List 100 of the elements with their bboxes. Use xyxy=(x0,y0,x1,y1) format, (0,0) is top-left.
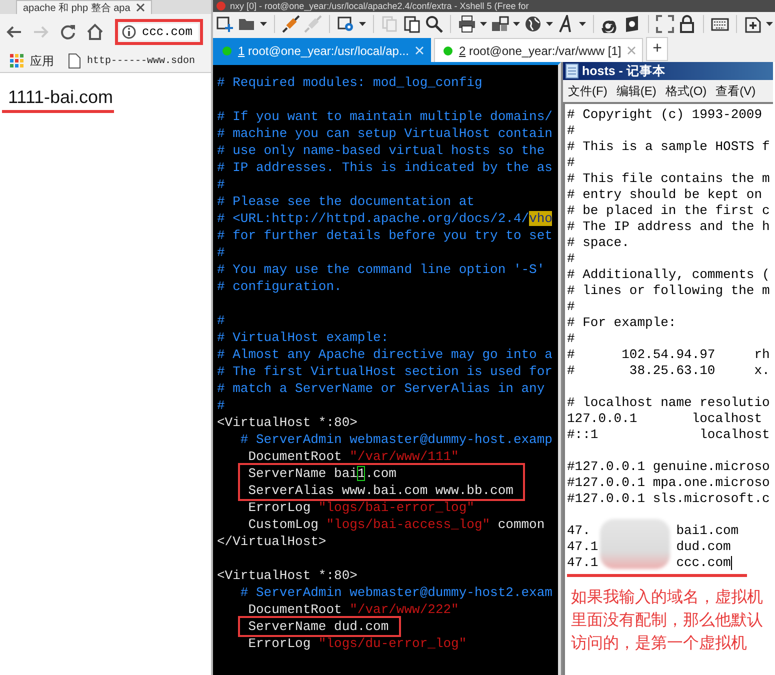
window-title: hosts - 记事本 xyxy=(582,62,666,80)
code-line: # ServerAdmin webmaster@dummy-host2.exam xyxy=(239,584,554,601)
text-line: # xyxy=(567,331,576,347)
code-line: # You may use the command line option '-S' xyxy=(217,261,546,278)
code-line: # machine you can setup VirtualHost contain xyxy=(217,125,554,142)
code-line: ServerAlias www.bai.com www.bb.com xyxy=(247,482,514,499)
settings-icon[interactable] xyxy=(337,15,355,33)
code-line: # Almost any Apache directive may go into a xyxy=(217,346,554,363)
plug-icon[interactable] xyxy=(282,15,300,33)
globe-icon[interactable] xyxy=(524,15,542,33)
paste-icon[interactable] xyxy=(403,15,421,33)
code-line: # match a ServerName or ServerAlias in any xyxy=(217,380,546,397)
menu-item[interactable]: 格式(O) xyxy=(665,82,707,100)
tab-label: 2 root@one_year:/var/www [1] xyxy=(458,44,622,58)
address-field[interactable]: ccc.com xyxy=(120,24,198,40)
code-line: ErrorLog "logs/bai-error_log" xyxy=(247,499,476,516)
code-line: DocumentRoot "/var/www/111" xyxy=(247,448,460,465)
browser-tab[interactable]: apache 和 php 整合 apa xyxy=(16,0,152,14)
code-line: CustomLog "logs/bai-access_log" common xyxy=(247,516,546,533)
text-line: # xyxy=(567,155,576,171)
ip-address: 47.1 xyxy=(567,539,600,555)
code-line: # If you want to maintain multiple domains/ xyxy=(217,108,554,125)
text-line: # 38.25.63.10 x. xyxy=(567,363,771,379)
menu-item[interactable]: 查看(V) xyxy=(716,82,756,100)
reload-icon[interactable] xyxy=(59,23,77,41)
text-line: #127.0.0.1 genuine.microso xyxy=(567,459,771,475)
text-cursor xyxy=(730,556,732,570)
print-icon[interactable] xyxy=(458,15,476,33)
bookmark-link[interactable]: 应用 xyxy=(30,52,54,70)
tab-title: apache 和 php 整合 apa xyxy=(23,2,130,14)
code-line: # <URL:http://httpd.apache.org/docs/2.4/vho xyxy=(217,210,554,227)
lock-icon[interactable] xyxy=(678,15,696,33)
code-line: # xyxy=(217,397,226,414)
status-dot-icon[interactable] xyxy=(442,46,453,56)
home-icon[interactable] xyxy=(86,23,104,41)
code-line: # Required modules: mod_log_config xyxy=(217,74,484,91)
host-name: ccc.com xyxy=(676,555,731,570)
status-dot-icon[interactable] xyxy=(222,46,232,56)
menu-item[interactable]: 文件(F) xyxy=(568,82,608,100)
code-line: ErrorLog "logs/du-error_log" xyxy=(247,635,468,652)
annotation-note: 如果我输入的域名，虚拟机里面没有配制，那么他默认访问的，是第一个虚拟机 xyxy=(571,588,764,655)
tab-label: 1 root@one_year:/usr/local/ap... xyxy=(238,44,409,58)
text-line: # The IP address and the h xyxy=(567,219,771,235)
host-name: dud.com xyxy=(676,539,731,554)
text-line: # Additionally, comments ( xyxy=(567,267,771,283)
text-line: 127.0.0.1 localhost xyxy=(567,411,764,427)
code-line: <VirtualHost *:80> xyxy=(217,567,358,584)
bookmark-link[interactable]: http------www.sdon xyxy=(87,56,196,66)
text-line: # be placed in the first c xyxy=(567,203,771,219)
text-line: #127.0.0.1 sls.microsoft.c xyxy=(567,491,771,507)
code-line: # for further details before you try to set xyxy=(217,227,554,244)
code-line: # xyxy=(217,176,226,193)
text-line: # For example: xyxy=(567,315,678,331)
info-icon[interactable] xyxy=(122,25,136,39)
add-folder-icon[interactable] xyxy=(744,15,762,33)
text-line: #127.0.0.1 mpa.one.microso xyxy=(567,475,771,491)
text-line: # xyxy=(567,251,576,267)
text-line: # xyxy=(567,299,576,315)
session-tab[interactable]: 1 root@one_year:/usr/local/ap... xyxy=(213,38,431,62)
code-line: ServerName bai1.com xyxy=(247,465,398,482)
code-line: # ServerAdmin webmaster@dummy-host.examp xyxy=(239,431,554,448)
text-line: # This is a sample HOSTS f xyxy=(567,139,771,155)
session-tab[interactable]: 2 root@one_year:/var/www [1] xyxy=(434,38,644,62)
text-line: # localhost name resolutio xyxy=(567,395,771,411)
text-line: # entry should be kept on xyxy=(567,187,764,203)
menu-item[interactable]: 编辑(E) xyxy=(616,82,656,100)
new-tab-button[interactable]: + xyxy=(646,37,668,61)
layout-icon[interactable] xyxy=(491,15,509,33)
page-icon[interactable] xyxy=(68,53,81,69)
search-icon[interactable] xyxy=(425,15,443,33)
text-line: # space. xyxy=(567,235,630,251)
code-line: # The first VirtualHost section is used for xyxy=(217,363,554,380)
code-line: ServerName dud.com xyxy=(247,618,389,635)
new-session-icon[interactable] xyxy=(216,15,234,33)
text-line: # This file contains the m xyxy=(567,171,771,187)
text-line: # 102.54.94.97 rh xyxy=(567,347,771,363)
ip-address: 47.1 xyxy=(567,555,600,571)
code-line: # IP addresses. This is indicated by the as xyxy=(217,159,554,176)
ip-address: 47. xyxy=(567,523,592,539)
window-title: nxy [0] - root@one_year:/usr/local/apache2.4/conf/extra - Xshell 5 (Free for xyxy=(230,0,529,12)
notepad-icon[interactable] xyxy=(565,63,579,79)
text-area[interactable] xyxy=(563,102,773,675)
redaction-blur xyxy=(600,519,670,569)
text-line: # xyxy=(567,123,576,139)
code-line: <VirtualHost *:80> xyxy=(217,414,358,431)
page-text: 1111-bai.com xyxy=(8,87,114,108)
text-line: #::1 localhost xyxy=(567,427,771,443)
code-line: </VirtualHost> xyxy=(217,533,328,550)
code-line: # configuration. xyxy=(217,278,343,295)
host-name: bai1.com xyxy=(676,523,739,538)
close-icon[interactable] xyxy=(136,3,146,12)
code-line: # use only name-based virtual hosts so the xyxy=(217,142,546,159)
text-line: # lines or following the m xyxy=(567,283,771,299)
code-line: # VirtualHost example: xyxy=(217,329,390,346)
code-line: # xyxy=(217,312,226,329)
text-line: # Copyright (c) 1993-2009 xyxy=(567,107,764,123)
fullscreen-icon[interactable] xyxy=(656,15,674,33)
code-line: DocumentRoot "/var/www/222" xyxy=(247,601,460,618)
apps-icon[interactable] xyxy=(10,54,24,68)
code-line: # xyxy=(217,244,226,261)
